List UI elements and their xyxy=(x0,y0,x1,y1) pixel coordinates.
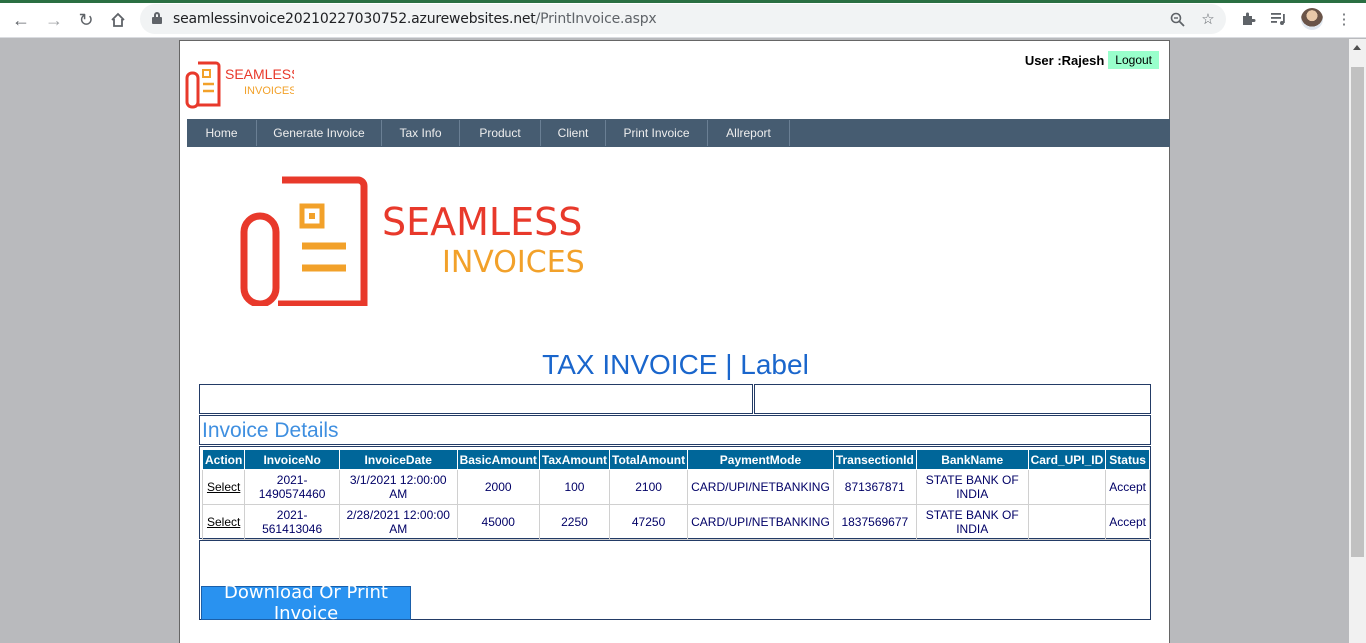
payment-mode-cell: CARD/UPI/NETBANKING xyxy=(687,504,834,540)
invoice-date-cell: 3/1/2021 12:00:00 AM xyxy=(338,469,458,505)
tax-amount-cell: 2250 xyxy=(538,504,611,540)
profile-avatar[interactable] xyxy=(1301,8,1323,30)
extensions-puzzle-icon[interactable] xyxy=(1238,9,1258,29)
total-amount-cell: 2100 xyxy=(609,469,689,505)
browser-toolbar: ← → ↻ seamlessinvoice20210227030752.azur… xyxy=(0,0,1366,38)
address-bar[interactable]: seamlessinvoice20210227030752.azurewebsi… xyxy=(140,4,1226,34)
scroll-up-arrow-icon[interactable] xyxy=(1353,45,1361,50)
svg-text:SEAMLESS: SEAMLESS xyxy=(225,66,294,82)
select-link[interactable]: Select xyxy=(207,515,240,529)
main-logo: SEAMLESS INVOICES xyxy=(240,176,600,308)
tax-amount-cell: 100 xyxy=(538,469,611,505)
col-header-status: Status xyxy=(1105,449,1150,470)
zoom-icon[interactable] xyxy=(1168,10,1186,28)
invoice-grid-container: Action InvoiceNo InvoiceDate BasicAmount… xyxy=(199,446,1151,540)
section-title: Invoice Details xyxy=(202,419,339,442)
col-header-card-upi-id: Card_UPI_ID xyxy=(1027,449,1107,470)
seller-info-box xyxy=(199,384,753,414)
bank-name-cell: STATE BANK OF INDIA xyxy=(915,469,1029,505)
menu-item-tax-info[interactable]: Tax Info xyxy=(382,120,460,146)
invoice-date-cell: 2/28/2021 12:00:00 AM xyxy=(338,504,458,540)
transection-id-cell: 871367871 xyxy=(832,469,917,505)
page-scrollbar[interactable] xyxy=(1349,39,1366,643)
kebab-menu-icon[interactable]: ⋮ xyxy=(1334,9,1354,29)
menu-item-allreport[interactable]: Allreport xyxy=(708,120,790,146)
menu-item-client[interactable]: Client xyxy=(541,120,606,146)
logo-document-icon: SEAMLESS INVOICES xyxy=(185,61,300,109)
select-link-cell: Select xyxy=(201,469,246,505)
logout-button[interactable]: Logout xyxy=(1108,51,1159,69)
svg-text:INVOICES: INVOICES xyxy=(442,245,585,280)
download-panel: Download Or Print Invoice xyxy=(199,540,1151,624)
select-link-cell: Select xyxy=(201,504,246,540)
table-header-row: Action InvoiceNo InvoiceDate BasicAmount… xyxy=(201,449,1150,470)
user-area: User :Rajesh Logout xyxy=(1025,51,1159,69)
menu-item-product[interactable]: Product xyxy=(460,120,541,146)
col-header-basic-amount: BasicAmount xyxy=(456,449,540,470)
page-container: SEAMLESS INVOICES User :Rajesh Logout Ho… xyxy=(179,40,1170,643)
status-cell: Accept xyxy=(1105,504,1150,540)
table-row: Select 2021-561413046 2/28/2021 12:00:00… xyxy=(201,504,1150,540)
lock-icon xyxy=(152,12,162,24)
logo-invoice-document-icon: SEAMLESS INVOICES xyxy=(240,176,585,308)
invoice-details-header: Invoice Details xyxy=(199,415,1151,445)
invoice-no-cell: 2021-561413046 xyxy=(244,504,340,540)
svg-text:INVOICES: INVOICES xyxy=(244,85,294,97)
col-header-payment-mode: PaymentMode xyxy=(687,449,834,470)
page-title: TAX INVOICE | Label xyxy=(542,349,809,380)
header-logo[interactable]: SEAMLESS INVOICES xyxy=(184,57,300,111)
invoice-table: Action InvoiceNo InvoiceDate BasicAmount… xyxy=(201,449,1150,540)
col-header-invoice-no: InvoiceNo xyxy=(244,449,340,470)
total-amount-cell: 47250 xyxy=(609,504,689,540)
payment-mode-cell: CARD/UPI/NETBANKING xyxy=(687,469,834,505)
select-link[interactable]: Select xyxy=(207,480,240,494)
user-label: User :Rajesh xyxy=(1024,52,1105,68)
col-header-action: Action xyxy=(201,449,246,470)
transection-id-cell: 1837569677 xyxy=(832,504,917,540)
svg-text:SEAMLESS: SEAMLESS xyxy=(382,200,582,244)
menu-item-print-invoice[interactable]: Print Invoice xyxy=(606,120,708,146)
url-text: seamlessinvoice20210227030752.azurewebsi… xyxy=(173,11,657,27)
menu-item-home[interactable]: Home xyxy=(187,120,257,146)
tab-strip-edge xyxy=(0,0,1366,3)
card-upi-id-cell xyxy=(1027,504,1107,540)
col-header-invoice-date: InvoiceDate xyxy=(338,449,458,470)
menu-item-generate-invoice[interactable]: Generate Invoice xyxy=(257,120,382,146)
buyer-info-box xyxy=(754,384,1151,414)
scrollbar-thumb[interactable] xyxy=(1351,67,1364,557)
forward-arrow-icon[interactable]: → xyxy=(42,8,66,32)
nav-menu: Home Generate Invoice Tax Info Product C… xyxy=(187,119,1170,147)
invoice-no-cell: 2021-1490574460 xyxy=(244,469,340,505)
back-arrow-icon[interactable]: ← xyxy=(9,8,33,32)
reload-icon[interactable]: ↻ xyxy=(74,8,98,32)
col-header-transection-id: TransectionId xyxy=(832,449,917,470)
card-upi-id-cell xyxy=(1027,469,1107,505)
col-header-bank-name: BankName xyxy=(915,449,1029,470)
basic-amount-cell: 2000 xyxy=(456,469,540,505)
download-print-button[interactable]: Download Or Print Invoice xyxy=(201,582,411,624)
col-header-tax-amount: TaxAmount xyxy=(538,449,611,470)
col-header-total-amount: TotalAmount xyxy=(609,449,689,470)
media-queue-icon[interactable] xyxy=(1269,9,1289,29)
bookmark-star-icon[interactable]: ☆ xyxy=(1199,10,1217,28)
table-row: Select 2021-1490574460 3/1/2021 12:00:00… xyxy=(201,469,1150,505)
basic-amount-cell: 45000 xyxy=(456,504,540,540)
bank-name-cell: STATE BANK OF INDIA xyxy=(915,504,1029,540)
status-cell: Accept xyxy=(1105,469,1150,505)
home-icon[interactable] xyxy=(106,8,130,32)
